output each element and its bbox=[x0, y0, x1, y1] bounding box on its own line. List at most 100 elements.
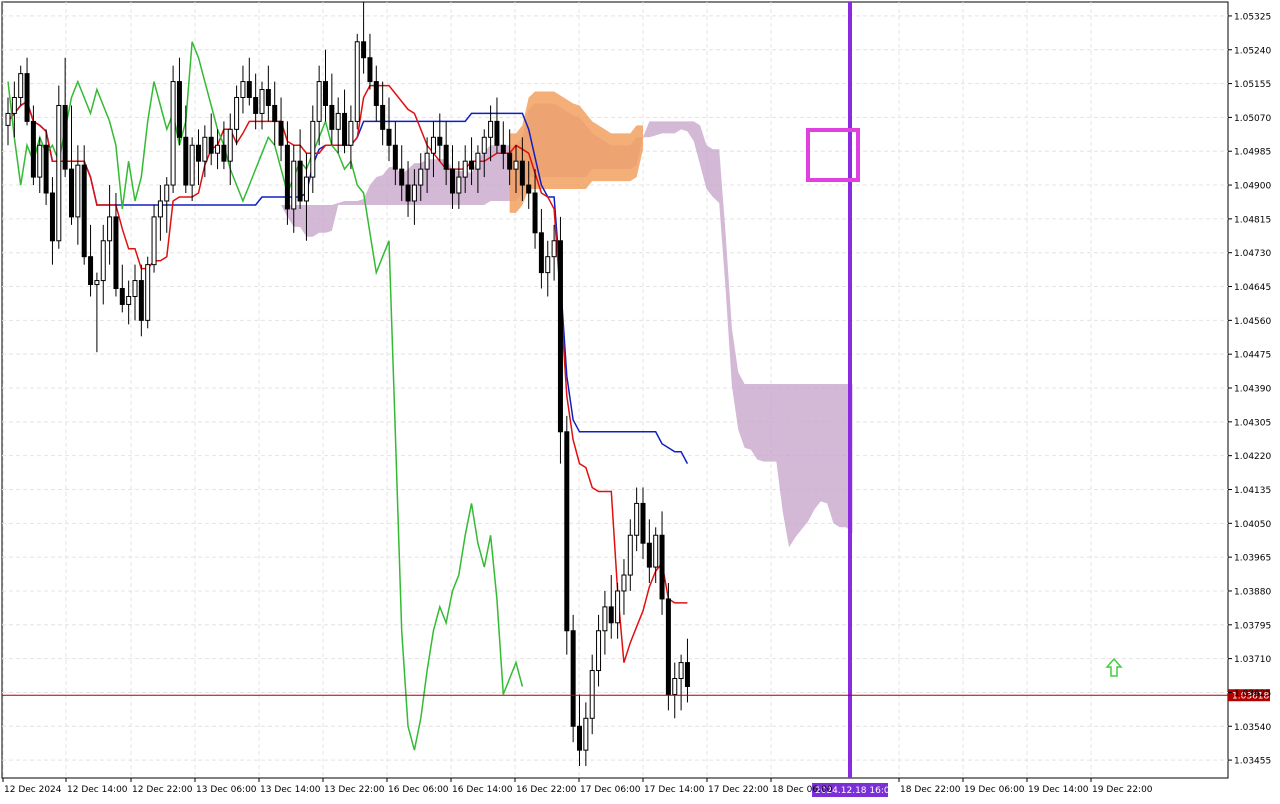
y-tick-label: 1.03795 bbox=[1234, 621, 1271, 631]
candle-body-bear bbox=[30, 120, 36, 178]
candle-body-bear bbox=[500, 144, 506, 154]
x-tick-label: 13 Dec 14:00 bbox=[260, 785, 321, 795]
y-tick-label: 1.05070 bbox=[1234, 114, 1271, 124]
candle-body-bear bbox=[119, 288, 125, 305]
x-tick-label: 17 Dec 14:00 bbox=[644, 785, 705, 795]
candlestick bbox=[354, 33, 360, 130]
candle-body-bear bbox=[469, 160, 475, 170]
candle-body-bear bbox=[507, 152, 513, 170]
x-tick-label: 19 Dec 06:00 bbox=[964, 785, 1025, 795]
candle-body-bull bbox=[462, 160, 468, 178]
y-tick-label: 1.04475 bbox=[1234, 351, 1271, 361]
candle-body-bull bbox=[170, 81, 176, 186]
candle-body-bear bbox=[113, 216, 119, 290]
candle-body-bull bbox=[615, 590, 621, 624]
x-tick-label: 19 Dec 22:00 bbox=[1092, 785, 1153, 795]
candle-body-bear bbox=[284, 144, 290, 210]
y-tick-label: 1.05155 bbox=[1234, 80, 1271, 90]
candle-body-bear bbox=[684, 662, 690, 687]
candle-body-bull bbox=[37, 144, 43, 178]
candle-body-bull bbox=[316, 81, 322, 122]
y-tick-label: 1.03710 bbox=[1234, 655, 1271, 665]
candle-body-bull bbox=[430, 136, 436, 154]
candle-body-bear bbox=[272, 104, 278, 122]
candle-body-bear bbox=[640, 502, 646, 544]
y-tick-label: 1.05325 bbox=[1234, 12, 1271, 22]
x-tick-label: 13 Dec 06:00 bbox=[196, 785, 257, 795]
candle-body-bear bbox=[373, 81, 379, 106]
candle-body-bear bbox=[646, 542, 652, 568]
candle-body-bull bbox=[164, 184, 170, 202]
candle-body-bear bbox=[329, 104, 335, 130]
candle-body-bear bbox=[532, 192, 538, 234]
candle-body-bull bbox=[621, 574, 627, 592]
chart-background bbox=[0, 0, 1280, 800]
candlestick bbox=[145, 256, 151, 329]
x-tick-label: 16 Dec 06:00 bbox=[388, 785, 449, 795]
candle-body-bull bbox=[132, 280, 138, 297]
candle-body-bull bbox=[100, 240, 106, 282]
y-tick-label: 1.03455 bbox=[1234, 757, 1271, 767]
candle-body-bear bbox=[88, 256, 94, 286]
candle-body-bear bbox=[405, 184, 411, 202]
candle-body-bull bbox=[75, 164, 81, 218]
candle-body-bull bbox=[596, 630, 602, 672]
candle-body-bull bbox=[678, 662, 684, 680]
x-tick-label: 12 Dec 2024 bbox=[4, 785, 62, 795]
candlestick bbox=[56, 85, 62, 249]
candle-body-bear bbox=[361, 41, 367, 59]
candle-body-bull bbox=[672, 678, 678, 695]
candle-body-bull bbox=[56, 104, 62, 242]
candle-body-bull bbox=[227, 128, 233, 162]
candle-body-bear bbox=[24, 73, 30, 122]
candle-body-bear bbox=[437, 136, 443, 146]
candle-body-bull bbox=[151, 216, 157, 266]
candle-body-bull bbox=[348, 120, 354, 146]
x-tick-label: 13 Dec 22:00 bbox=[324, 785, 385, 795]
y-tick-label: 1.03540 bbox=[1234, 723, 1271, 733]
candle-body-bear bbox=[570, 630, 576, 727]
y-tick-label: 1.03965 bbox=[1234, 554, 1271, 564]
y-tick-label: 1.04220 bbox=[1234, 452, 1271, 462]
candle-body-bear bbox=[519, 160, 525, 186]
candle-body-bear bbox=[577, 725, 582, 751]
x-tick-label: 16 Dec 14:00 bbox=[452, 785, 513, 795]
candlestick bbox=[665, 583, 671, 711]
candle-body-bull bbox=[589, 670, 595, 719]
candle-body-bull bbox=[18, 73, 24, 99]
candle-body-bull bbox=[602, 606, 608, 632]
y-tick-label: 1.04985 bbox=[1234, 148, 1271, 158]
candle-body-bear bbox=[443, 144, 449, 170]
candle-body-bear bbox=[246, 81, 252, 99]
y-tick-label: 1.04305 bbox=[1234, 418, 1271, 428]
candle-body-bull bbox=[5, 112, 11, 126]
x-tick-label: 16 Dec 22:00 bbox=[516, 785, 577, 795]
candle-body-bull bbox=[418, 168, 424, 186]
candle-body-bear bbox=[208, 136, 214, 154]
candle-body-bear bbox=[265, 89, 271, 106]
candle-body-bull bbox=[189, 144, 195, 186]
candle-body-bull bbox=[545, 256, 551, 274]
candlestick bbox=[557, 216, 563, 464]
candle-body-bear bbox=[399, 168, 405, 186]
candle-body-bear bbox=[183, 136, 189, 186]
candle-body-bull bbox=[653, 534, 659, 568]
candle-body-bull bbox=[202, 136, 208, 162]
candle-body-bear bbox=[386, 128, 392, 146]
candle-body-bull bbox=[481, 136, 487, 154]
candle-body-bull bbox=[475, 152, 481, 170]
x-tick-label: 17 Dec 06:00 bbox=[580, 785, 641, 795]
x-tick-label: 19 Dec 14:00 bbox=[1028, 785, 1089, 795]
candle-body-bull bbox=[145, 264, 151, 321]
candle-body-bear bbox=[367, 57, 373, 83]
y-tick-label: 1.04900 bbox=[1234, 182, 1271, 192]
y-tick-label: 1.04815 bbox=[1234, 215, 1271, 225]
candle-body-bull bbox=[240, 81, 246, 99]
candle-body-bull bbox=[310, 120, 316, 178]
candle-body-bear bbox=[342, 112, 348, 146]
candle-body-bear bbox=[608, 606, 614, 624]
candle-body-bull bbox=[513, 160, 519, 170]
candle-body-bear bbox=[659, 534, 665, 600]
candle-body-bull bbox=[488, 120, 494, 138]
price-chart[interactable]: 1.03618 2024.12.18 16:00 1.05325 1.05240 1.… bbox=[0, 0, 1280, 800]
